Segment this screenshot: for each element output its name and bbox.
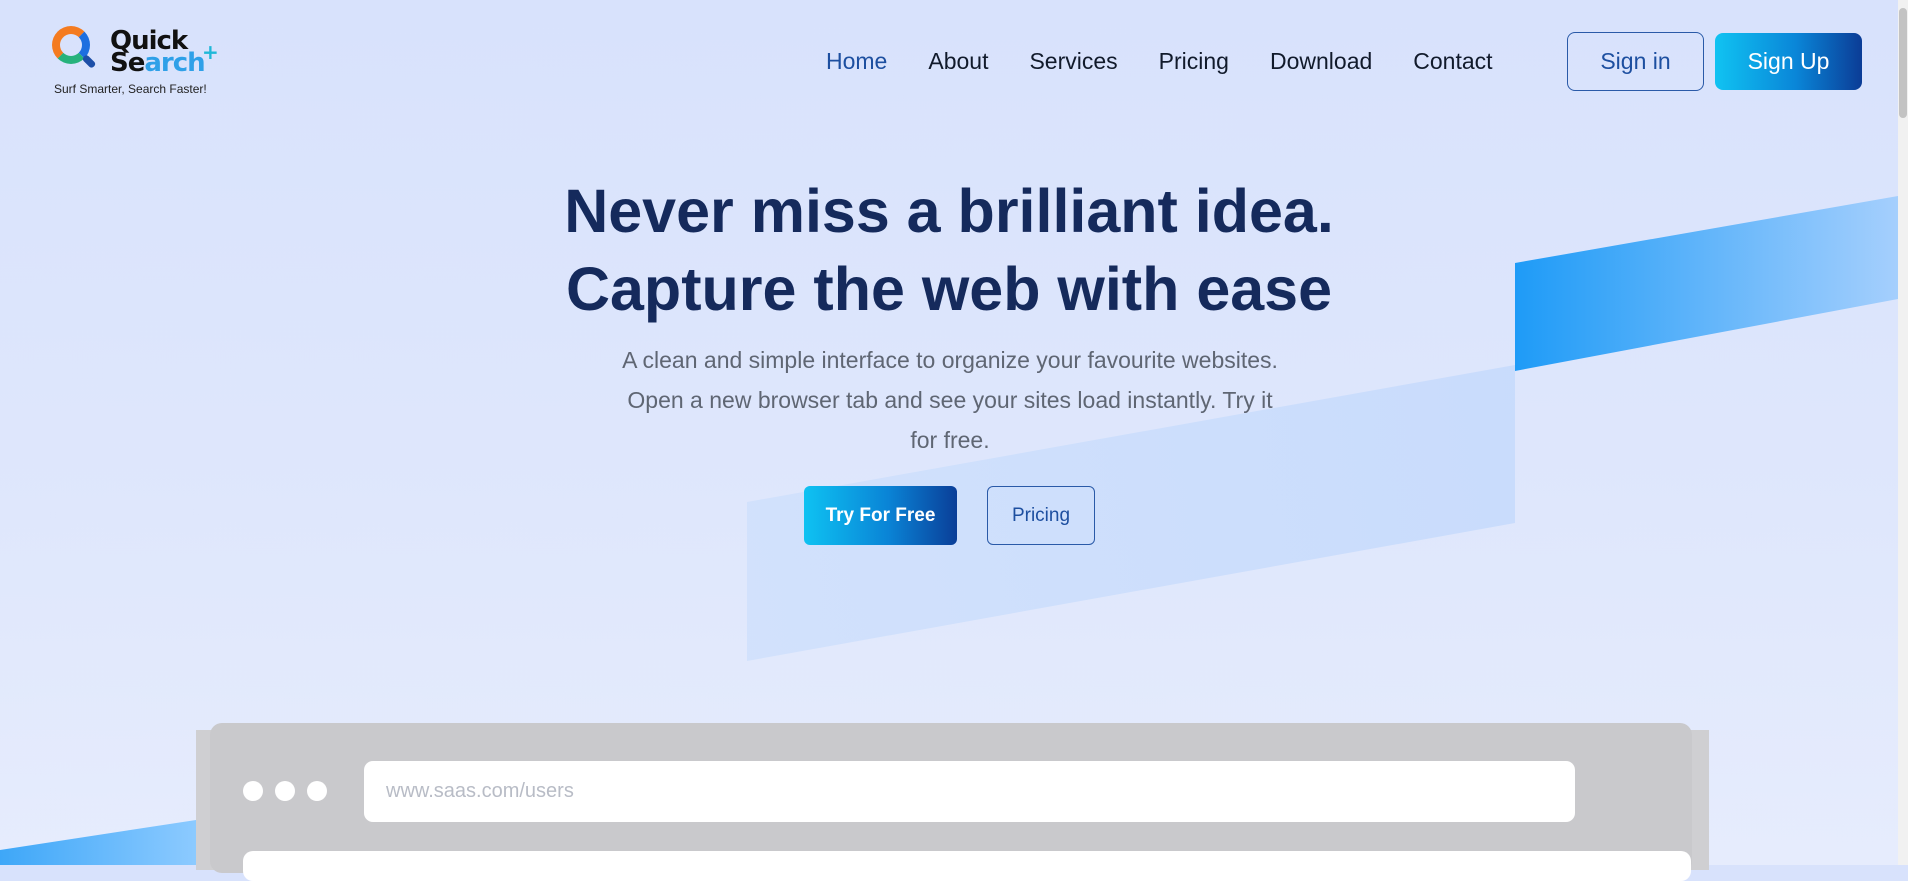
logo-word-2a: Se — [110, 48, 145, 78]
logo[interactable]: Quick Search + Surf Smarter, Search Fast… — [52, 24, 222, 98]
sign-up-button[interactable]: Sign Up — [1715, 33, 1862, 90]
hero-title-line-2: Capture the web with ease — [565, 255, 1333, 323]
nav-download[interactable]: Download — [1270, 40, 1372, 83]
mock-url-bar: www.saas.com/users — [364, 761, 1575, 822]
hero-title: Never miss a brilliant idea. Capture the… — [0, 172, 1898, 328]
window-dot-icon — [307, 781, 327, 801]
nav-services[interactable]: Services — [1029, 40, 1117, 83]
hero-subtitle: A clean and simple interface to organize… — [622, 347, 1278, 453]
window-dot-icon — [275, 781, 295, 801]
nav-contact[interactable]: Contact — [1413, 40, 1492, 83]
logo-plus: + — [202, 40, 219, 64]
magnifier-handle — [81, 54, 97, 69]
hero-title-line-1: Never miss a brilliant idea. — [564, 177, 1334, 245]
scrollbar-thumb[interactable] — [1899, 8, 1907, 118]
try-for-free-button[interactable]: Try For Free — [804, 486, 957, 545]
window-dot-icon — [243, 781, 263, 801]
nav-home[interactable]: Home — [826, 40, 887, 83]
nav-about[interactable]: About — [928, 40, 988, 83]
pricing-button[interactable]: Pricing — [987, 486, 1095, 545]
mock-content-area — [243, 851, 1691, 881]
logo-word-2: Search — [110, 48, 206, 78]
logo-tagline: Surf Smarter, Search Faster! — [54, 82, 207, 96]
sign-in-button[interactable]: Sign in — [1567, 32, 1704, 91]
logo-word-2b: arch — [144, 48, 205, 78]
main-nav: Home About Services Pricing Download Con… — [826, 40, 1534, 83]
nav-pricing[interactable]: Pricing — [1159, 40, 1229, 83]
page-scrollbar[interactable] — [1898, 0, 1908, 865]
